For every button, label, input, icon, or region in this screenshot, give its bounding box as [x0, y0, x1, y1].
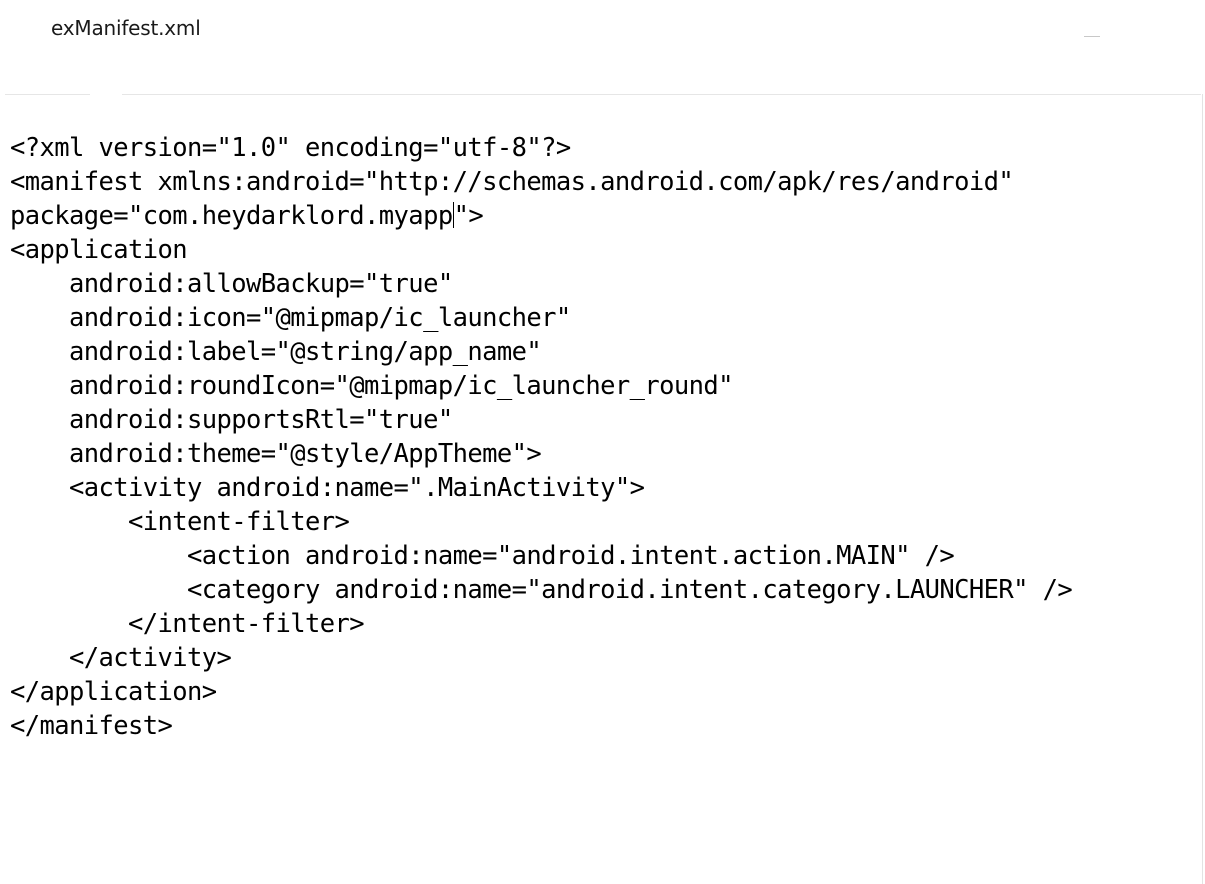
code-line: <category android:name="android.intent.c… — [10, 575, 1073, 605]
code-line: <action android:name="android.intent.act… — [10, 541, 955, 571]
text-editor[interactable]: <?xml version="1.0" encoding="utf-8"?> <m… — [10, 131, 1195, 871]
code-line: android:label="@string/app_name" — [10, 337, 542, 367]
code-line: android:theme="@style/AppTheme"> — [10, 439, 542, 469]
tab-indicator — [90, 94, 122, 95]
code-line: <intent-filter> — [10, 507, 350, 537]
code-text-after-caret: "> — [453, 201, 484, 231]
code-line: </manifest> — [10, 711, 173, 741]
code-line: <activity android:name=".MainActivity"> — [10, 473, 645, 503]
code-line: </activity> — [10, 643, 232, 673]
code-line: <?xml version="1.0" encoding="utf-8"?> — [10, 133, 571, 163]
code-line: android:roundIcon="@mipmap/ic_launcher_r… — [10, 371, 733, 401]
code-line: android:icon="@mipmap/ic_launcher" — [10, 303, 571, 333]
window-right-edge — [1202, 94, 1203, 884]
title-bar: exManifest.xml — [0, 0, 1205, 94]
code-line: package="com.heydarklord.myapp"> — [10, 199, 1195, 233]
code-line: android:allowBackup="true" — [10, 269, 453, 299]
code-line: </intent-filter> — [10, 609, 365, 639]
code-line: <application — [10, 235, 188, 265]
minimize-icon[interactable] — [1084, 36, 1100, 37]
file-title: exManifest.xml — [51, 16, 201, 40]
code-text-before-caret: package="com.heydarklord.myapp — [10, 201, 453, 231]
code-line: <manifest xmlns:android="http://schemas.… — [10, 167, 1014, 197]
code-line: </application> — [10, 677, 217, 707]
code-line: android:supportsRtl="true" — [10, 405, 453, 435]
title-divider — [5, 94, 1201, 95]
